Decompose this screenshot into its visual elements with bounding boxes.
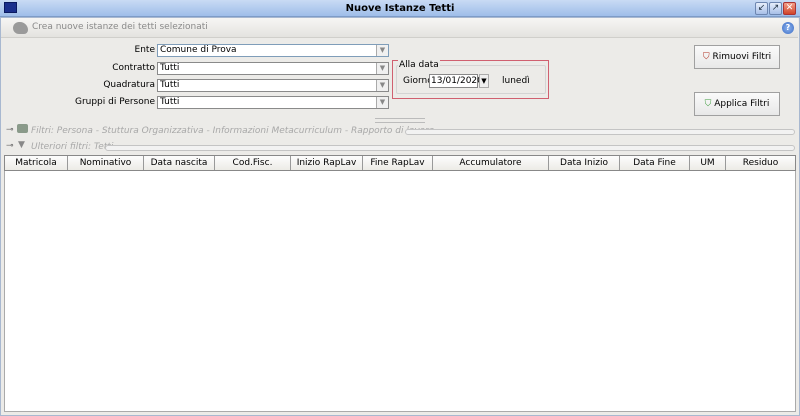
gruppi-label: Gruppi di Persone <box>74 97 155 107</box>
col-fine-raplav[interactable]: Fine RapLav <box>363 156 433 170</box>
window-title: Nuove Istanze Tetti <box>345 3 455 14</box>
ente-label: Ente <box>134 45 155 55</box>
chevron-down-icon[interactable]: ▼ <box>376 80 388 91</box>
tetti-filters-label[interactable]: Ulteriori filtri: Tetti <box>31 142 113 152</box>
chevron-down-icon[interactable]: ▼ <box>376 45 388 56</box>
funnel-icon: ▼ <box>18 140 25 150</box>
col-data-fine[interactable]: Data Fine <box>620 156 690 170</box>
date-group: Alla data Giorno 13/01/2020 ▼ lunedì <box>392 60 549 99</box>
quadratura-label: Quadratura <box>103 80 155 90</box>
table-header: Matricola Nominativo Data nascita Cod.Fi… <box>4 155 796 171</box>
calendar-dropdown-icon[interactable]: ▼ <box>479 74 489 88</box>
expand-persona-filters-icon[interactable]: ⊸ <box>6 125 14 135</box>
table-body[interactable] <box>4 171 796 412</box>
maximize-button[interactable]: ↗ <box>769 2 782 15</box>
help-icon[interactable]: ? <box>782 22 794 34</box>
persona-filter-icon <box>17 124 28 133</box>
gruppi-value: Tutti <box>160 97 180 107</box>
splitter-handle[interactable] <box>375 118 425 123</box>
quadratura-value: Tutti <box>160 80 180 90</box>
tetti-filters-bar <box>105 145 795 151</box>
title-bar: Nuove Istanze Tetti ↙ ↗ ✕ <box>0 0 800 17</box>
ente-value: Comune di Prova <box>160 45 237 55</box>
chevron-down-icon[interactable]: ▼ <box>376 63 388 74</box>
col-accumulatore[interactable]: Accumulatore <box>433 156 549 170</box>
ente-select[interactable]: Comune di Prova ▼ <box>157 44 389 57</box>
contratto-value: Tutti <box>160 63 180 73</box>
quadratura-select[interactable]: Tutti ▼ <box>157 79 389 92</box>
persona-filters-label[interactable]: Filtri: Persona - Stuttura Organizzativa… <box>31 126 434 136</box>
col-data-inizio[interactable]: Data Inizio <box>549 156 620 170</box>
persona-filters-bar <box>405 129 795 135</box>
minimize-button[interactable]: ↙ <box>755 2 768 15</box>
chevron-down-icon[interactable]: ▼ <box>376 97 388 108</box>
weekday-text: lunedì <box>502 76 530 86</box>
create-instances-icon <box>13 22 28 34</box>
toolbar: Crea nuove istanze dei tetti selezionati… <box>1 18 798 38</box>
apply-filters-label: Applica Filtri <box>714 99 770 109</box>
col-residuo[interactable]: Residuo <box>726 156 795 170</box>
close-button[interactable]: ✕ <box>783 2 796 15</box>
date-value: 13/01/2020 <box>431 76 483 86</box>
col-nominativo[interactable]: Nominativo <box>68 156 144 170</box>
create-instances-button[interactable]: Crea nuove istanze dei tetti selezionati <box>32 22 208 32</box>
col-cod-fisc[interactable]: Cod.Fisc. <box>215 156 291 170</box>
contratto-label: Contratto <box>112 63 155 73</box>
apply-filters-button[interactable]: ⛉ Applica Filtri <box>694 92 780 116</box>
apply-filter-icon: ⛉ <box>704 99 715 109</box>
col-um[interactable]: UM <box>690 156 726 170</box>
gruppi-select[interactable]: Tutti ▼ <box>157 96 389 109</box>
col-data-nascita[interactable]: Data nascita <box>144 156 215 170</box>
date-group-title: Alla data <box>398 60 440 70</box>
remove-filters-label: Rimuovi Filtri <box>712 52 772 62</box>
contratto-select[interactable]: Tutti ▼ <box>157 62 389 75</box>
col-inizio-raplav[interactable]: Inizio RapLav <box>291 156 363 170</box>
expand-tetti-filters-icon[interactable]: ⊸ <box>6 141 14 151</box>
remove-filters-button[interactable]: ⛉ Rimuovi Filtri <box>694 45 780 69</box>
date-input[interactable]: 13/01/2020 <box>429 74 483 88</box>
col-matricola[interactable]: Matricola <box>5 156 68 170</box>
